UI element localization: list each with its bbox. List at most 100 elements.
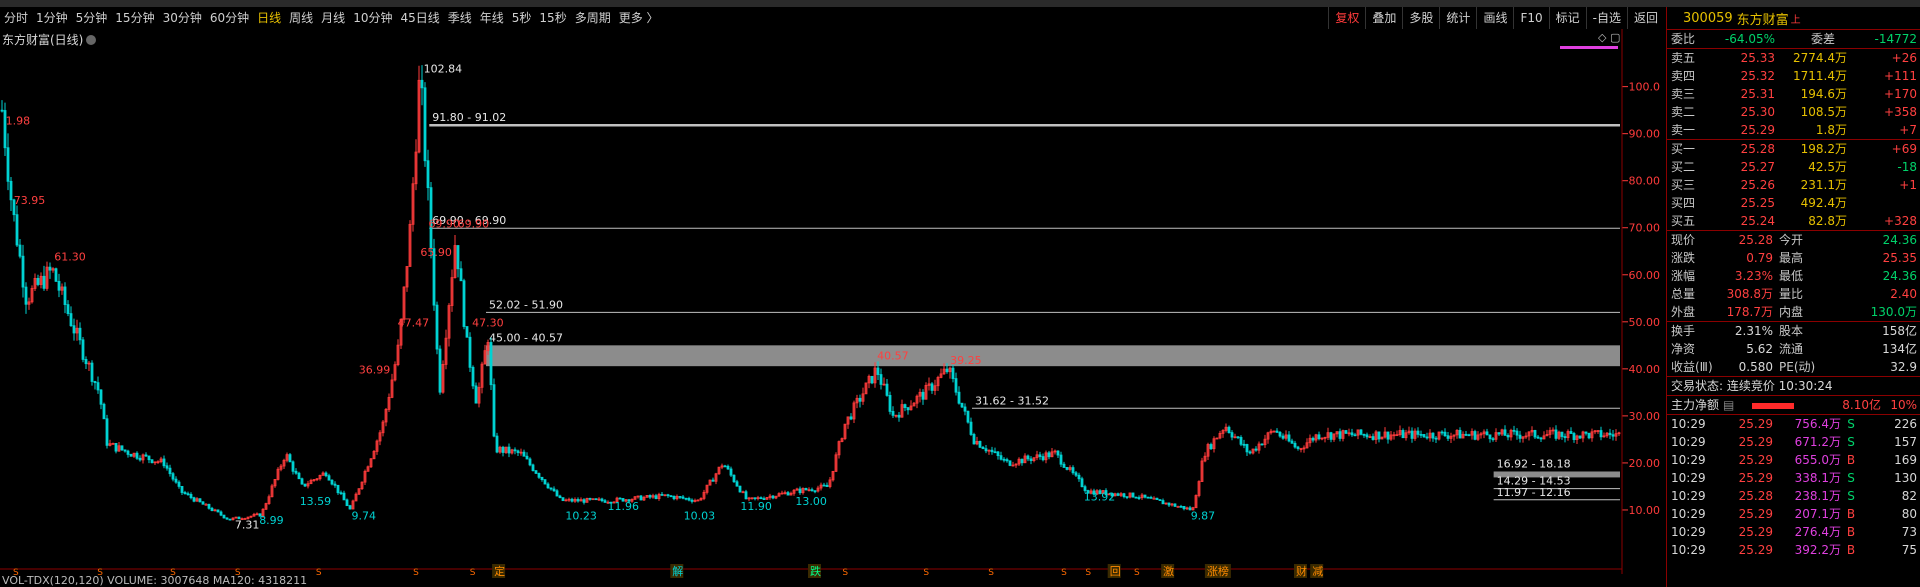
candle-body [1569, 431, 1573, 434]
book-label: 卖一 [1671, 123, 1696, 137]
stat-value: 5.62 [1746, 342, 1773, 356]
candle-body [1143, 494, 1147, 498]
candle-body [180, 485, 184, 493]
candle-body [303, 483, 307, 487]
candle-body [150, 459, 154, 464]
action-button-2[interactable]: 多股 [1402, 7, 1439, 29]
candle-body [1467, 434, 1471, 437]
action-button-0[interactable]: 复权 [1328, 7, 1365, 29]
candle-body [984, 448, 988, 452]
stat-value: 178.7万 [1726, 305, 1773, 319]
candle-body [822, 484, 826, 487]
stat-label: 涨跌 [1671, 251, 1696, 265]
candle-body [201, 501, 205, 505]
candle-body [426, 160, 430, 189]
candle-body [888, 394, 892, 412]
book-label: 买三 [1671, 178, 1696, 192]
book-price: 25.27 [1740, 160, 1775, 174]
event-marker: S [470, 568, 476, 578]
tick-side: B [1846, 507, 1856, 521]
event-marker: S [1085, 568, 1091, 578]
candle-body [333, 483, 337, 486]
candle-body [465, 326, 469, 338]
candle-body [810, 489, 814, 492]
quote-panel: 300059 东方财富 上 委比 -64.05% 委差 -14772 卖五 25.… [1666, 7, 1920, 587]
tab-period-11[interactable]: 季线 [444, 7, 476, 29]
tab-period-1[interactable]: 1分钟 [32, 7, 72, 29]
candle-body [1497, 432, 1501, 435]
candle-body [879, 374, 883, 385]
list-icon[interactable]: ▤ [1723, 396, 1734, 414]
tab-period-15[interactable]: 多周期 [571, 7, 615, 29]
kline-chart[interactable]: 100.0 90.00 80.00 70.00 60.00 50.00 40.00 30.00… [0, 29, 1664, 587]
candle-body [993, 451, 997, 454]
action-button-6[interactable]: 标记 [1548, 7, 1586, 29]
action-button-5[interactable]: F10 [1513, 7, 1548, 29]
candle-body [561, 497, 565, 502]
action-button-3[interactable]: 统计 [1439, 7, 1476, 29]
book-label: 卖四 [1671, 69, 1696, 83]
support-zone-label: 45.00 - 40.57 [489, 331, 563, 344]
candle-body [1260, 443, 1264, 446]
book-label: 卖五 [1671, 51, 1696, 65]
tab-period-12[interactable]: 年线 [476, 7, 508, 29]
action-button-1[interactable]: 叠加 [1365, 7, 1402, 29]
event-marker: S [842, 568, 848, 578]
book-change: +7 [1899, 123, 1917, 137]
tick-count: 157 [1894, 435, 1917, 449]
price-axis-label: 90.00 [1629, 128, 1661, 141]
low-price-label: 9.74 [352, 509, 377, 522]
candle-body [438, 348, 442, 393]
tick-price: 25.29 [1738, 417, 1773, 431]
tab-period-8[interactable]: 月线 [317, 7, 349, 29]
candle-body [1002, 458, 1006, 461]
tab-period-14[interactable]: 15秒 [535, 7, 570, 29]
stat-value: 134亿 [1882, 342, 1917, 356]
candle-body [165, 465, 169, 469]
tick-row: 10:29 25.29 756.4万 S 226 [1667, 415, 1920, 433]
stock-name[interactable]: 东方财富 [1737, 9, 1789, 28]
candle-body [216, 509, 220, 513]
candle-body [1419, 433, 1423, 436]
high-price-label: 40.57 [877, 349, 909, 362]
tab-period-16[interactable]: 更多 〉 [615, 7, 663, 29]
tab-period-13[interactable]: 5秒 [508, 7, 536, 29]
candle-body [1038, 454, 1042, 457]
tab-period-6[interactable]: 日线 [253, 7, 285, 29]
book-row: 买一 25.28 198.2万 +69 [1667, 140, 1920, 158]
candle-body [513, 449, 517, 452]
low-price-label: 8.99 [259, 514, 284, 527]
candle-body [891, 411, 895, 416]
action-button-7[interactable]: -自选 [1585, 7, 1627, 29]
settings-dot-icon[interactable] [86, 35, 97, 45]
stat-label: 最高 [1779, 251, 1804, 265]
tab-period-7[interactable]: 周线 [285, 7, 317, 29]
book-row: 卖一 25.29 1.8万 +7 [1667, 121, 1920, 139]
price-axis-label: 80.00 [1629, 175, 1661, 188]
tab-period-0[interactable]: 分时 [0, 7, 32, 29]
candle-body [189, 494, 193, 499]
support-zone-band [486, 345, 1620, 367]
book-row: 卖四 25.32 1711.4万 +111 [1667, 67, 1920, 85]
candle-body [996, 451, 1000, 457]
tick-volume: 671.2万 [1794, 435, 1841, 449]
tab-period-9[interactable]: 10分钟 [349, 7, 396, 29]
tab-period-2[interactable]: 5分钟 [72, 7, 112, 29]
tab-period-5[interactable]: 60分钟 [206, 7, 253, 29]
candle-body [1278, 431, 1282, 437]
candle-body [555, 490, 559, 497]
tab-period-10[interactable]: 45日线 [396, 7, 443, 29]
action-button-8[interactable]: 返回 [1626, 7, 1664, 29]
book-row: 卖五 25.33 2774.4万 +26 [1667, 49, 1920, 67]
candle-body [1458, 429, 1462, 439]
tick-price: 25.29 [1738, 453, 1773, 467]
low-price-label: 13.92 [1084, 490, 1116, 503]
candle-body [1578, 435, 1582, 439]
tab-period-4[interactable]: 30分钟 [159, 7, 206, 29]
tick-list[interactable]: 10:29 25.29 756.4万 S 226 10:29 25.29 671.2万 S 157… [1667, 415, 1920, 559]
tab-period-3[interactable]: 15分钟 [111, 7, 158, 29]
candle-body [144, 454, 148, 457]
book-row: 卖三 25.31 194.6万 +170 [1667, 85, 1920, 103]
action-button-4[interactable]: 画线 [1476, 7, 1513, 29]
kline-chart-svg[interactable]: 100.0 90.00 80.00 70.00 60.00 50.00 40.00 30.00… [0, 29, 1664, 587]
